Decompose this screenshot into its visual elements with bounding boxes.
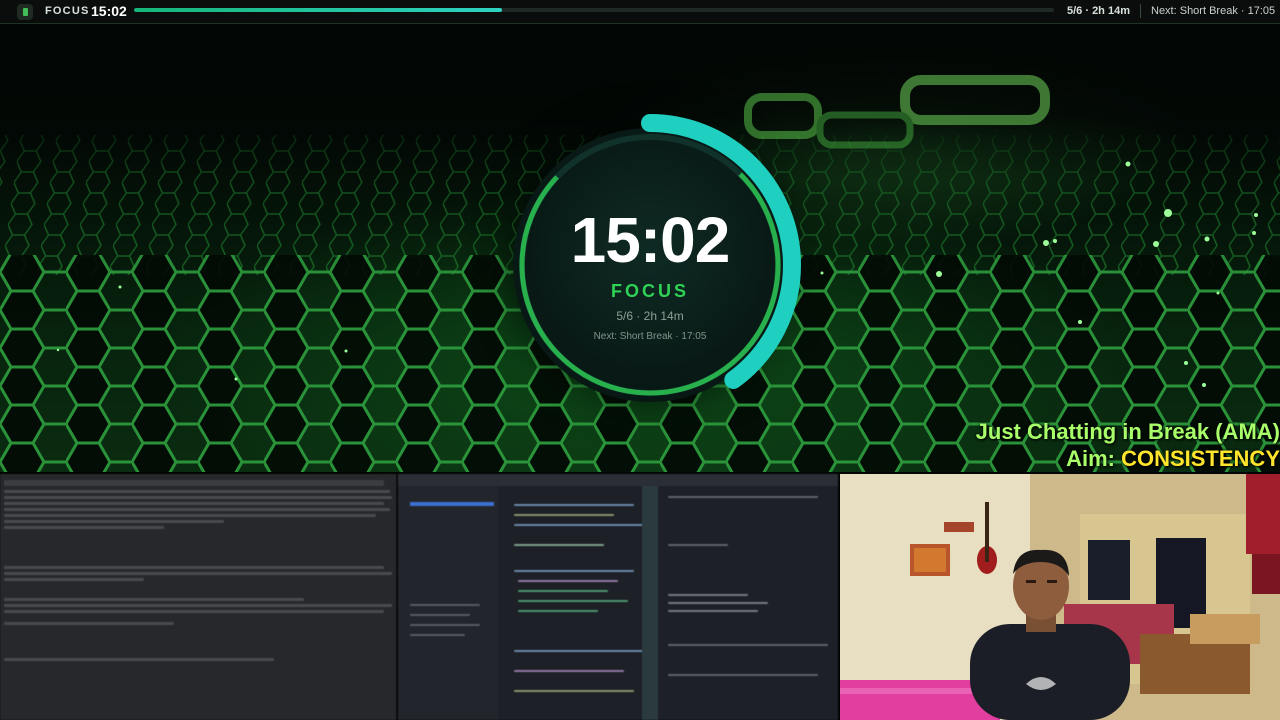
session-progress-fill	[134, 8, 502, 12]
topbar-time: 15:02	[91, 3, 127, 19]
top-status-bar: FOCUS 15:02 5/6 · 2h 14m Next: Short Bre…	[0, 0, 1280, 24]
timer-countdown: 15:02	[570, 204, 731, 276]
timer-mode-label: FOCUS	[611, 281, 689, 301]
timer-app-icon[interactable]	[17, 4, 33, 20]
webcam-scene-graphic	[840, 474, 1280, 720]
topbar-next-break: Next: Short Break · 17:05	[1151, 5, 1276, 17]
topbar-mode-label: FOCUS	[45, 5, 90, 17]
blurred-document-window	[0, 474, 397, 720]
hex-grid-background: 15:02 FOCUS 5/6 · 2h 14m Next: Short Bre…	[0, 25, 1280, 472]
aim-label: Aim:	[1066, 446, 1122, 471]
pomodoro-timer: 15:02 FOCUS 5/6 · 2h 14m Next: Short Bre…	[490, 105, 810, 425]
timer-session-info: 5/6 · 2h 14m	[616, 309, 684, 323]
session-progress-bar	[134, 8, 1054, 12]
stream-caption-aim: Aim: CONSISTENCY	[1066, 446, 1280, 472]
topbar-divider	[1140, 4, 1141, 18]
topbar-session-count: 5/6 · 2h 14m	[1067, 5, 1130, 17]
stream-caption-topic: Just Chatting in Break (AMA)	[975, 419, 1280, 444]
timer-next-break: Next: Short Break · 17:05	[593, 331, 707, 342]
aim-value: CONSISTENCY	[1121, 446, 1280, 471]
blurred-code-editor-window	[398, 474, 838, 720]
webcam-feed	[840, 474, 1280, 720]
